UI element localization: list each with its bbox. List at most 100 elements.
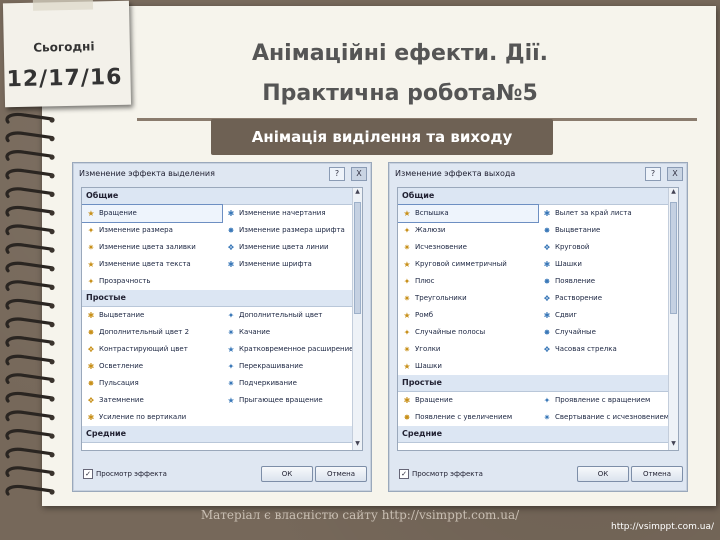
effect-item[interactable]: ✷ Треугольники bbox=[398, 290, 538, 307]
effect-item[interactable]: ★ Вращение bbox=[82, 204, 223, 223]
effect-item[interactable]: ❖ Круговой bbox=[538, 239, 678, 256]
cancel-button[interactable]: Отмена bbox=[631, 466, 683, 482]
effect-item[interactable]: ✦ Случайные полосы bbox=[398, 324, 538, 341]
effects-list[interactable]: Общие ★ Вспышка ✱ Вылет за край листа ✦ Жалюзи… bbox=[397, 187, 679, 451]
effect-star-icon: ❖ bbox=[227, 243, 235, 252]
scroll-down-icon[interactable]: ▼ bbox=[669, 440, 678, 450]
effect-star-icon: ✷ bbox=[403, 294, 411, 303]
effect-item[interactable]: ❖ Контрастирующий цвет bbox=[82, 341, 222, 358]
effect-item[interactable]: ✦ Жалюзи bbox=[398, 222, 538, 239]
effect-star-icon: ❖ bbox=[543, 243, 551, 252]
close-button[interactable]: X bbox=[667, 167, 683, 181]
effect-item[interactable]: ★ Кратковременное расширение bbox=[222, 341, 362, 358]
preview-checkbox[interactable]: ✓ Просмотр эффекта bbox=[83, 469, 167, 479]
effect-star-icon: ✸ bbox=[227, 226, 235, 235]
binder-hole bbox=[49, 229, 55, 235]
binder-ring bbox=[5, 317, 54, 329]
effect-item[interactable]: ❖ Изменение цвета линии bbox=[222, 239, 362, 256]
cancel-button[interactable]: Отмена bbox=[315, 466, 367, 482]
watermark: Матеріал є власністю сайту http://vsimpp… bbox=[200, 508, 520, 522]
scroll-thumb[interactable] bbox=[354, 202, 361, 314]
close-button[interactable]: X bbox=[351, 167, 367, 181]
effect-item[interactable]: ✸ Случайные bbox=[538, 324, 678, 341]
scrollbar[interactable]: ▲ ▼ bbox=[352, 188, 362, 450]
effect-item[interactable]: ✦ Плюс bbox=[398, 273, 538, 290]
effect-item-label: Круговой симметричный bbox=[415, 260, 507, 268]
effect-star-icon: ✦ bbox=[227, 311, 235, 320]
help-button[interactable]: ? bbox=[645, 167, 661, 181]
effect-item[interactable]: ★ Круговой симметричный bbox=[398, 256, 538, 273]
effect-item[interactable]: ✱ Вращение bbox=[398, 392, 538, 409]
effect-item[interactable]: ✱ Выцветание bbox=[82, 307, 222, 324]
effect-item[interactable]: ✦ Дополнительный цвет bbox=[222, 307, 362, 324]
effect-item[interactable]: ✸ Изменение размера шрифта bbox=[222, 222, 362, 239]
effect-item-label: Вылет за край листа bbox=[555, 209, 632, 217]
binder-rings bbox=[5, 112, 55, 496]
effect-item-label: Плюс bbox=[415, 277, 435, 285]
checkbox-check-icon[interactable]: ✓ bbox=[399, 469, 409, 479]
scroll-thumb[interactable] bbox=[670, 202, 677, 314]
scroll-up-icon[interactable]: ▲ bbox=[669, 188, 678, 198]
effect-item[interactable]: ✦ Изменение размера bbox=[82, 222, 222, 239]
checkbox-check-icon[interactable]: ✓ bbox=[83, 469, 93, 479]
effect-item[interactable]: ✸ Появление bbox=[538, 273, 678, 290]
effect-star-icon: ✱ bbox=[543, 260, 551, 269]
exit-effect-dialog: Изменение эффекта выхода ? X Общие ★ Вспыш… bbox=[388, 162, 688, 492]
effect-star-icon: ✷ bbox=[227, 379, 235, 388]
binder-ring bbox=[5, 298, 54, 310]
effect-star-icon: ❖ bbox=[543, 294, 551, 303]
effect-item[interactable]: ✸ Пульсация bbox=[82, 375, 222, 392]
effect-item[interactable]: ✷ Качание bbox=[222, 324, 362, 341]
effect-item[interactable]: ★ Шашки bbox=[398, 358, 538, 375]
binder-ring bbox=[5, 447, 54, 459]
effect-item[interactable]: ❖ Затемнение bbox=[82, 392, 222, 409]
effect-item[interactable]: ★ Ромб bbox=[398, 307, 538, 324]
effect-item[interactable]: ✷ Уголки bbox=[398, 341, 538, 358]
effect-item[interactable]: ✱ Изменение шрифта bbox=[222, 256, 362, 273]
effect-star-icon: ✸ bbox=[87, 379, 95, 388]
effect-star-icon: ✸ bbox=[543, 226, 551, 235]
effect-item[interactable]: ✦ Прозрачность bbox=[82, 273, 222, 290]
title-line-2: Практична робота№5 bbox=[262, 81, 538, 106]
scrollbar[interactable]: ▲ ▼ bbox=[668, 188, 678, 450]
help-button[interactable]: ? bbox=[329, 167, 345, 181]
effect-item[interactable]: ★ Изменение цвета текста bbox=[82, 256, 222, 273]
effect-item[interactable]: ✱ Шашки bbox=[538, 256, 678, 273]
binder-hole bbox=[49, 470, 55, 476]
effect-item[interactable]: ✸ Появление с увеличением bbox=[398, 409, 538, 426]
binder-hole bbox=[49, 191, 55, 197]
effect-item[interactable]: ✷ Подчеркивание bbox=[222, 375, 362, 392]
binder-hole bbox=[49, 173, 55, 179]
effect-star-icon: ★ bbox=[227, 345, 235, 354]
effect-item[interactable]: ✱ Усиление по вертикали bbox=[82, 409, 222, 426]
effect-item[interactable]: ❖ Часовая стрелка bbox=[538, 341, 678, 358]
effect-item[interactable]: ✱ Осветление bbox=[82, 358, 222, 375]
effect-item[interactable]: ❖ Растворение bbox=[538, 290, 678, 307]
effect-item[interactable]: ✷ Свертывание с исчезновением bbox=[538, 409, 678, 426]
binder-ring bbox=[5, 466, 54, 477]
effect-item[interactable]: ★ Прыгающее вращение bbox=[222, 392, 362, 409]
ok-button[interactable]: ОК bbox=[261, 466, 313, 482]
effect-item[interactable]: ✱ Вылет за край листа bbox=[538, 205, 678, 222]
section-header: Общие bbox=[82, 188, 362, 205]
effect-star-icon: ❖ bbox=[543, 345, 551, 354]
section-header: Простые bbox=[398, 375, 678, 392]
effect-item-label: Затемнение bbox=[99, 396, 144, 404]
effect-item[interactable]: ✸ Дополнительный цвет 2 bbox=[82, 324, 222, 341]
effect-item[interactable]: ✦ Перекрашивание bbox=[222, 358, 362, 375]
effect-item[interactable]: ✷ Исчезновение bbox=[398, 239, 538, 256]
effect-item[interactable]: ✱ Изменение начертания bbox=[222, 205, 362, 222]
effect-item[interactable]: ★ Вспышка bbox=[398, 204, 539, 223]
preview-checkbox[interactable]: ✓ Просмотр эффекта bbox=[399, 469, 483, 479]
effect-star-icon: ✱ bbox=[87, 311, 95, 320]
site-url[interactable]: http://vsimppt.com.ua/ bbox=[611, 522, 714, 532]
effect-item[interactable]: ✦ Проявление с вращением bbox=[538, 392, 678, 409]
effects-list[interactable]: Общие ★ Вращение ✱ Изменение начертания ✦ Изме… bbox=[81, 187, 363, 451]
ok-button[interactable]: ОК bbox=[577, 466, 629, 482]
effect-star-icon: ★ bbox=[403, 311, 411, 320]
scroll-up-icon[interactable]: ▲ bbox=[353, 188, 362, 198]
effect-item[interactable]: ✱ Сдвиг bbox=[538, 307, 678, 324]
effect-item[interactable]: ✷ Изменение цвета заливки bbox=[82, 239, 222, 256]
effect-item[interactable]: ✸ Выцветание bbox=[538, 222, 678, 239]
scroll-down-icon[interactable]: ▼ bbox=[353, 440, 362, 450]
